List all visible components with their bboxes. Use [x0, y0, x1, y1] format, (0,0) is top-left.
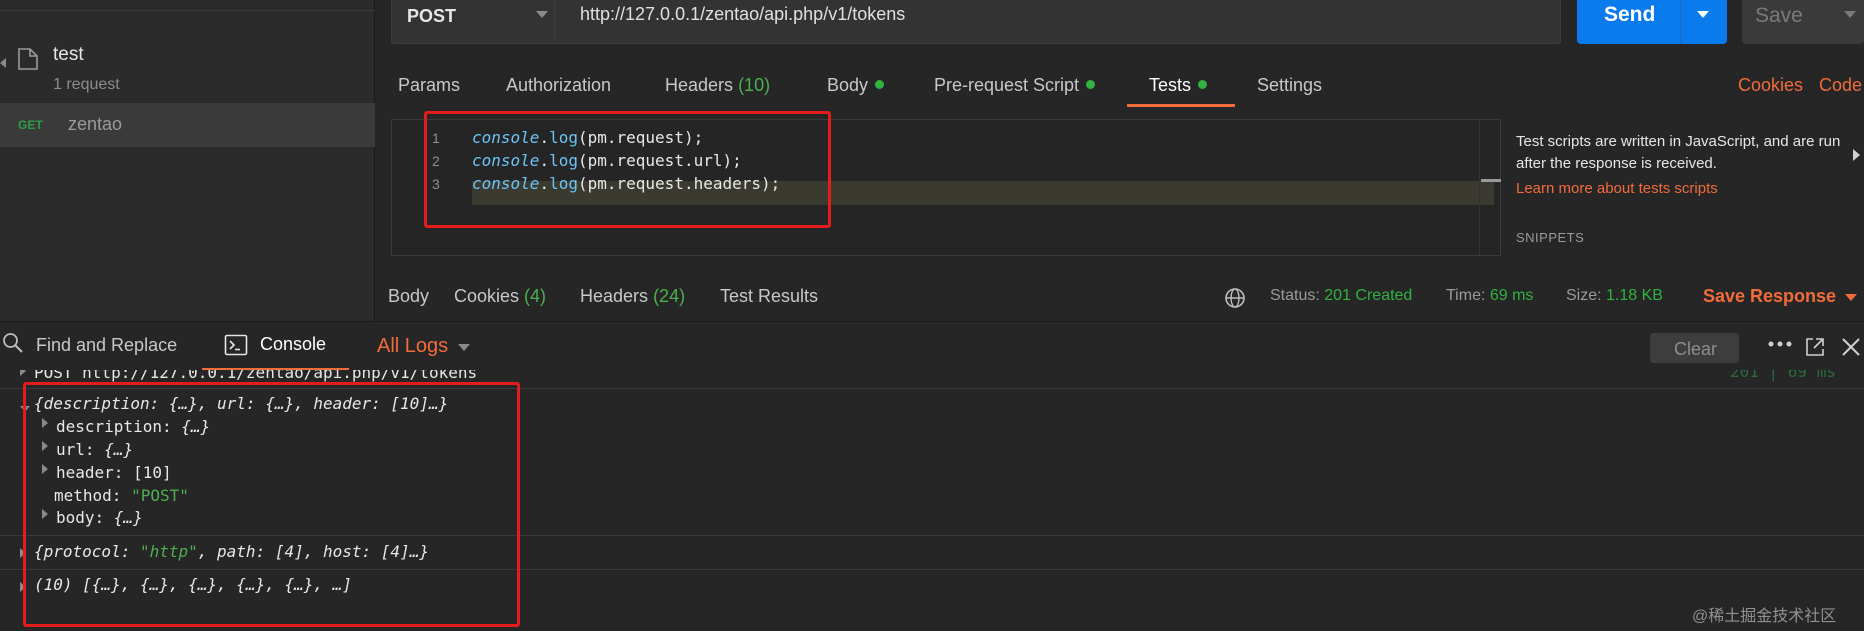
annotation-box-code [424, 111, 831, 228]
prerequest-status-dot [1086, 79, 1096, 89]
tab-authorization[interactable]: Authorization [506, 75, 611, 96]
tab-settings-label: Settings [1257, 75, 1323, 95]
tab-prerequest[interactable]: Pre-request Script [934, 75, 1096, 96]
save-label: Save [1755, 4, 1803, 27]
tab-headers-count: (10) [738, 75, 771, 95]
annotation-box-console [23, 382, 520, 627]
code-link[interactable]: Code [1819, 75, 1862, 96]
console-toolbar: Find and Replace Console All Logs Clear [0, 321, 1864, 371]
tab-body[interactable]: Body [827, 75, 885, 96]
time-value: 69 ms [1489, 287, 1534, 304]
active-tab-indicator [1127, 104, 1235, 107]
collapse-caret-icon[interactable] [0, 58, 6, 68]
tab-tests[interactable]: Tests [1149, 75, 1208, 96]
sidebar: test 1 request GET zentao [0, 0, 375, 321]
send-label: Send [1604, 3, 1656, 26]
response-headers-count: (24) [653, 286, 686, 306]
response-tab-headers[interactable]: Headers (24) [580, 286, 685, 307]
response-tab-cookies-label: Cookies [454, 286, 520, 306]
response-tab-cookies[interactable]: Cookies (4) [454, 286, 546, 307]
collection-folder-icon [18, 48, 38, 70]
collection-name: test [53, 44, 84, 65]
request-item[interactable]: GET zentao [0, 103, 375, 147]
send-divider [1680, 0, 1681, 44]
tests-status-dot [1198, 79, 1208, 89]
response-cookies-count: (4) [524, 286, 547, 306]
console-icon [224, 334, 248, 356]
url-bar: POST [391, 0, 1561, 44]
sidebar-divider [0, 10, 375, 11]
response-tab-test-results[interactable]: Test Results [720, 286, 818, 307]
cookies-link[interactable]: Cookies [1738, 75, 1803, 96]
editor-scroll-marker [1481, 179, 1501, 182]
response-tab-headers-label: Headers [580, 286, 649, 306]
tab-params-label: Params [398, 75, 461, 95]
close-icon[interactable] [1840, 336, 1862, 358]
editor-scrollbar[interactable] [1479, 120, 1501, 255]
status-label: Status: [1270, 287, 1320, 304]
expand-panel-icon[interactable] [1853, 149, 1860, 161]
response-tab-body-label: Body [388, 286, 430, 306]
save-response-chevron-icon[interactable] [1845, 294, 1857, 301]
response-size: Size: 1.18 KB [1566, 287, 1663, 305]
response-bar: Body Cookies (4) Headers (24) Test Resul… [375, 276, 1864, 316]
chevron-down-icon[interactable] [458, 344, 470, 351]
request-method-badge: GET [18, 118, 43, 132]
response-time: Time: 69 ms [1446, 287, 1533, 305]
tab-headers[interactable]: Headers (10) [665, 75, 770, 96]
clear-label: Clear [1674, 339, 1718, 359]
size-value: 1.18 KB [1606, 287, 1663, 304]
request-name: zentao [68, 114, 123, 134]
tab-authorization-label: Authorization [506, 75, 612, 95]
size-label: Size: [1566, 287, 1602, 304]
tab-settings[interactable]: Settings [1257, 75, 1322, 96]
tab-prerequest-label: Pre-request Script [934, 75, 1080, 95]
send-options-chevron-icon[interactable] [1697, 11, 1709, 18]
help-text: Test scripts are written in JavaScript, … [1516, 133, 1841, 172]
more-options-icon[interactable] [1765, 334, 1795, 354]
snippets-heading: SNIPPETS [1516, 230, 1585, 245]
log-request-meta: 201 | 69 ms [1730, 370, 1836, 381]
tab-headers-label: Headers [665, 75, 734, 95]
expand-arrow-icon[interactable] [20, 370, 26, 376]
watermark: @稀土掘金技术社区 [1692, 608, 1837, 625]
log-request-line[interactable]: POST http://127.0.0.1/zentao/api.php/v1/… [34, 370, 477, 382]
tab-tests-label: Tests [1149, 75, 1192, 95]
console-tab[interactable]: Console [260, 334, 326, 355]
response-tab-body[interactable]: Body [388, 286, 429, 307]
tests-help-panel: Test scripts are written in JavaScript, … [1516, 119, 1864, 259]
collection-count: 1 request [53, 76, 120, 93]
body-status-dot [875, 79, 885, 89]
time-label: Time: [1446, 287, 1486, 304]
url-input[interactable] [580, 4, 1540, 25]
log-level-select[interactable]: All Logs [377, 335, 448, 358]
popout-icon[interactable] [1804, 336, 1826, 358]
response-tab-test-results-label: Test Results [720, 286, 819, 306]
clear-console-button[interactable]: Clear [1650, 333, 1739, 363]
method-select[interactable]: POST [392, 0, 555, 44]
collection-item[interactable]: test 1 request [0, 14, 375, 100]
find-and-replace-tab[interactable]: Find and Replace [36, 335, 177, 356]
status-value: 201 Created [1324, 287, 1413, 304]
help-link[interactable]: Learn more about tests scripts [1516, 180, 1718, 197]
method-label: POST [407, 6, 457, 26]
globe-icon[interactable] [1224, 287, 1246, 309]
send-button[interactable]: Send [1577, 0, 1727, 44]
save-response-button[interactable]: Save Response [1703, 286, 1836, 307]
save-button[interactable]: Save [1742, 0, 1864, 44]
tab-body-label: Body [827, 75, 869, 95]
chevron-down-icon [536, 11, 548, 18]
save-options-chevron-icon[interactable] [1844, 11, 1856, 18]
search-icon[interactable] [2, 332, 24, 354]
tab-params[interactable]: Params [398, 75, 460, 96]
response-status: Status: 201 Created [1270, 287, 1412, 305]
